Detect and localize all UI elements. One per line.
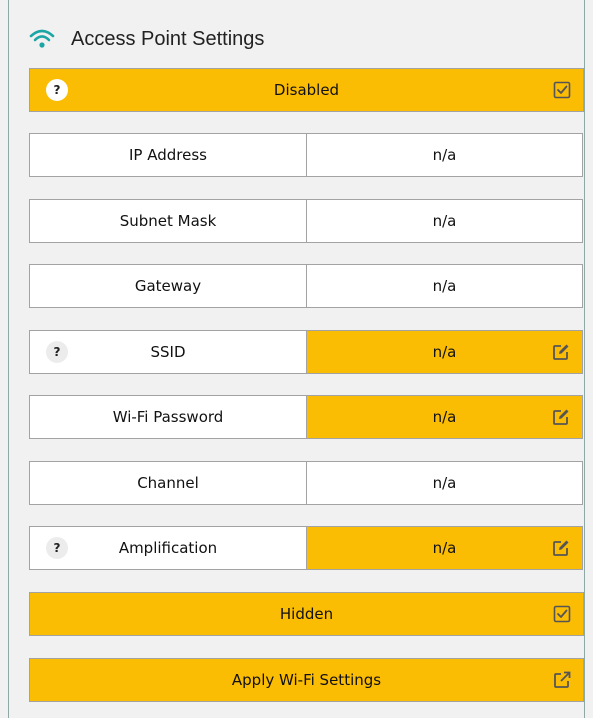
help-icon[interactable]: ? [46,341,68,363]
wifi-icon [29,29,55,48]
edit-icon[interactable] [552,408,570,426]
hidden-label: Hidden [279,605,334,623]
help-icon[interactable]: ? [46,79,68,101]
amplification-value-cell[interactable]: n/a [306,526,583,570]
ssid-label-cell: ? SSID [29,330,307,374]
checkbox-checked-icon[interactable] [553,81,571,99]
subnet-mask-label: Subnet Mask [29,199,307,243]
ip-address-row: IP Address n/a [29,133,584,177]
channel-label: Channel [29,461,307,505]
wifi-password-label: Wi-Fi Password [29,395,307,439]
panel-header: Access Point Settings [29,24,264,54]
apply-wifi-settings-button[interactable]: Apply Wi-Fi Settings [29,658,584,702]
amplification-label-cell: ? Amplification [29,526,307,570]
edit-icon[interactable] [552,343,570,361]
gateway-value: n/a [306,264,583,308]
ssid-row: ? SSID n/a [29,330,584,374]
ip-address-value: n/a [306,133,583,177]
amplification-row: ? Amplification n/a [29,526,584,570]
disabled-toggle[interactable]: ? Disabled [29,68,584,112]
gateway-label: Gateway [29,264,307,308]
disabled-label: Disabled [273,81,340,99]
channel-value: n/a [306,461,583,505]
apply-label: Apply Wi-Fi Settings [231,671,382,689]
gateway-row: Gateway n/a [29,264,584,308]
ssid-value-cell[interactable]: n/a [306,330,583,374]
wifi-password-value-cell[interactable]: n/a [306,395,583,439]
amplification-label: Amplification [118,539,218,557]
hidden-toggle[interactable]: Hidden [29,592,584,636]
checkbox-checked-icon[interactable] [553,605,571,623]
ip-address-label: IP Address [29,133,307,177]
channel-row: Channel n/a [29,461,584,505]
help-icon[interactable]: ? [46,537,68,559]
subnet-mask-row: Subnet Mask n/a [29,199,584,243]
edit-icon[interactable] [552,539,570,557]
subnet-mask-value: n/a [306,199,583,243]
amplification-value: n/a [432,539,457,557]
panel-title: Access Point Settings [71,27,265,50]
ssid-label: SSID [150,343,186,361]
access-point-panel: Access Point Settings ? Disabled IP Addr… [8,0,585,718]
external-link-icon[interactable] [553,671,571,689]
ssid-value: n/a [432,343,457,361]
wifi-password-value: n/a [432,408,457,426]
wifi-password-row: Wi-Fi Password n/a [29,395,584,439]
